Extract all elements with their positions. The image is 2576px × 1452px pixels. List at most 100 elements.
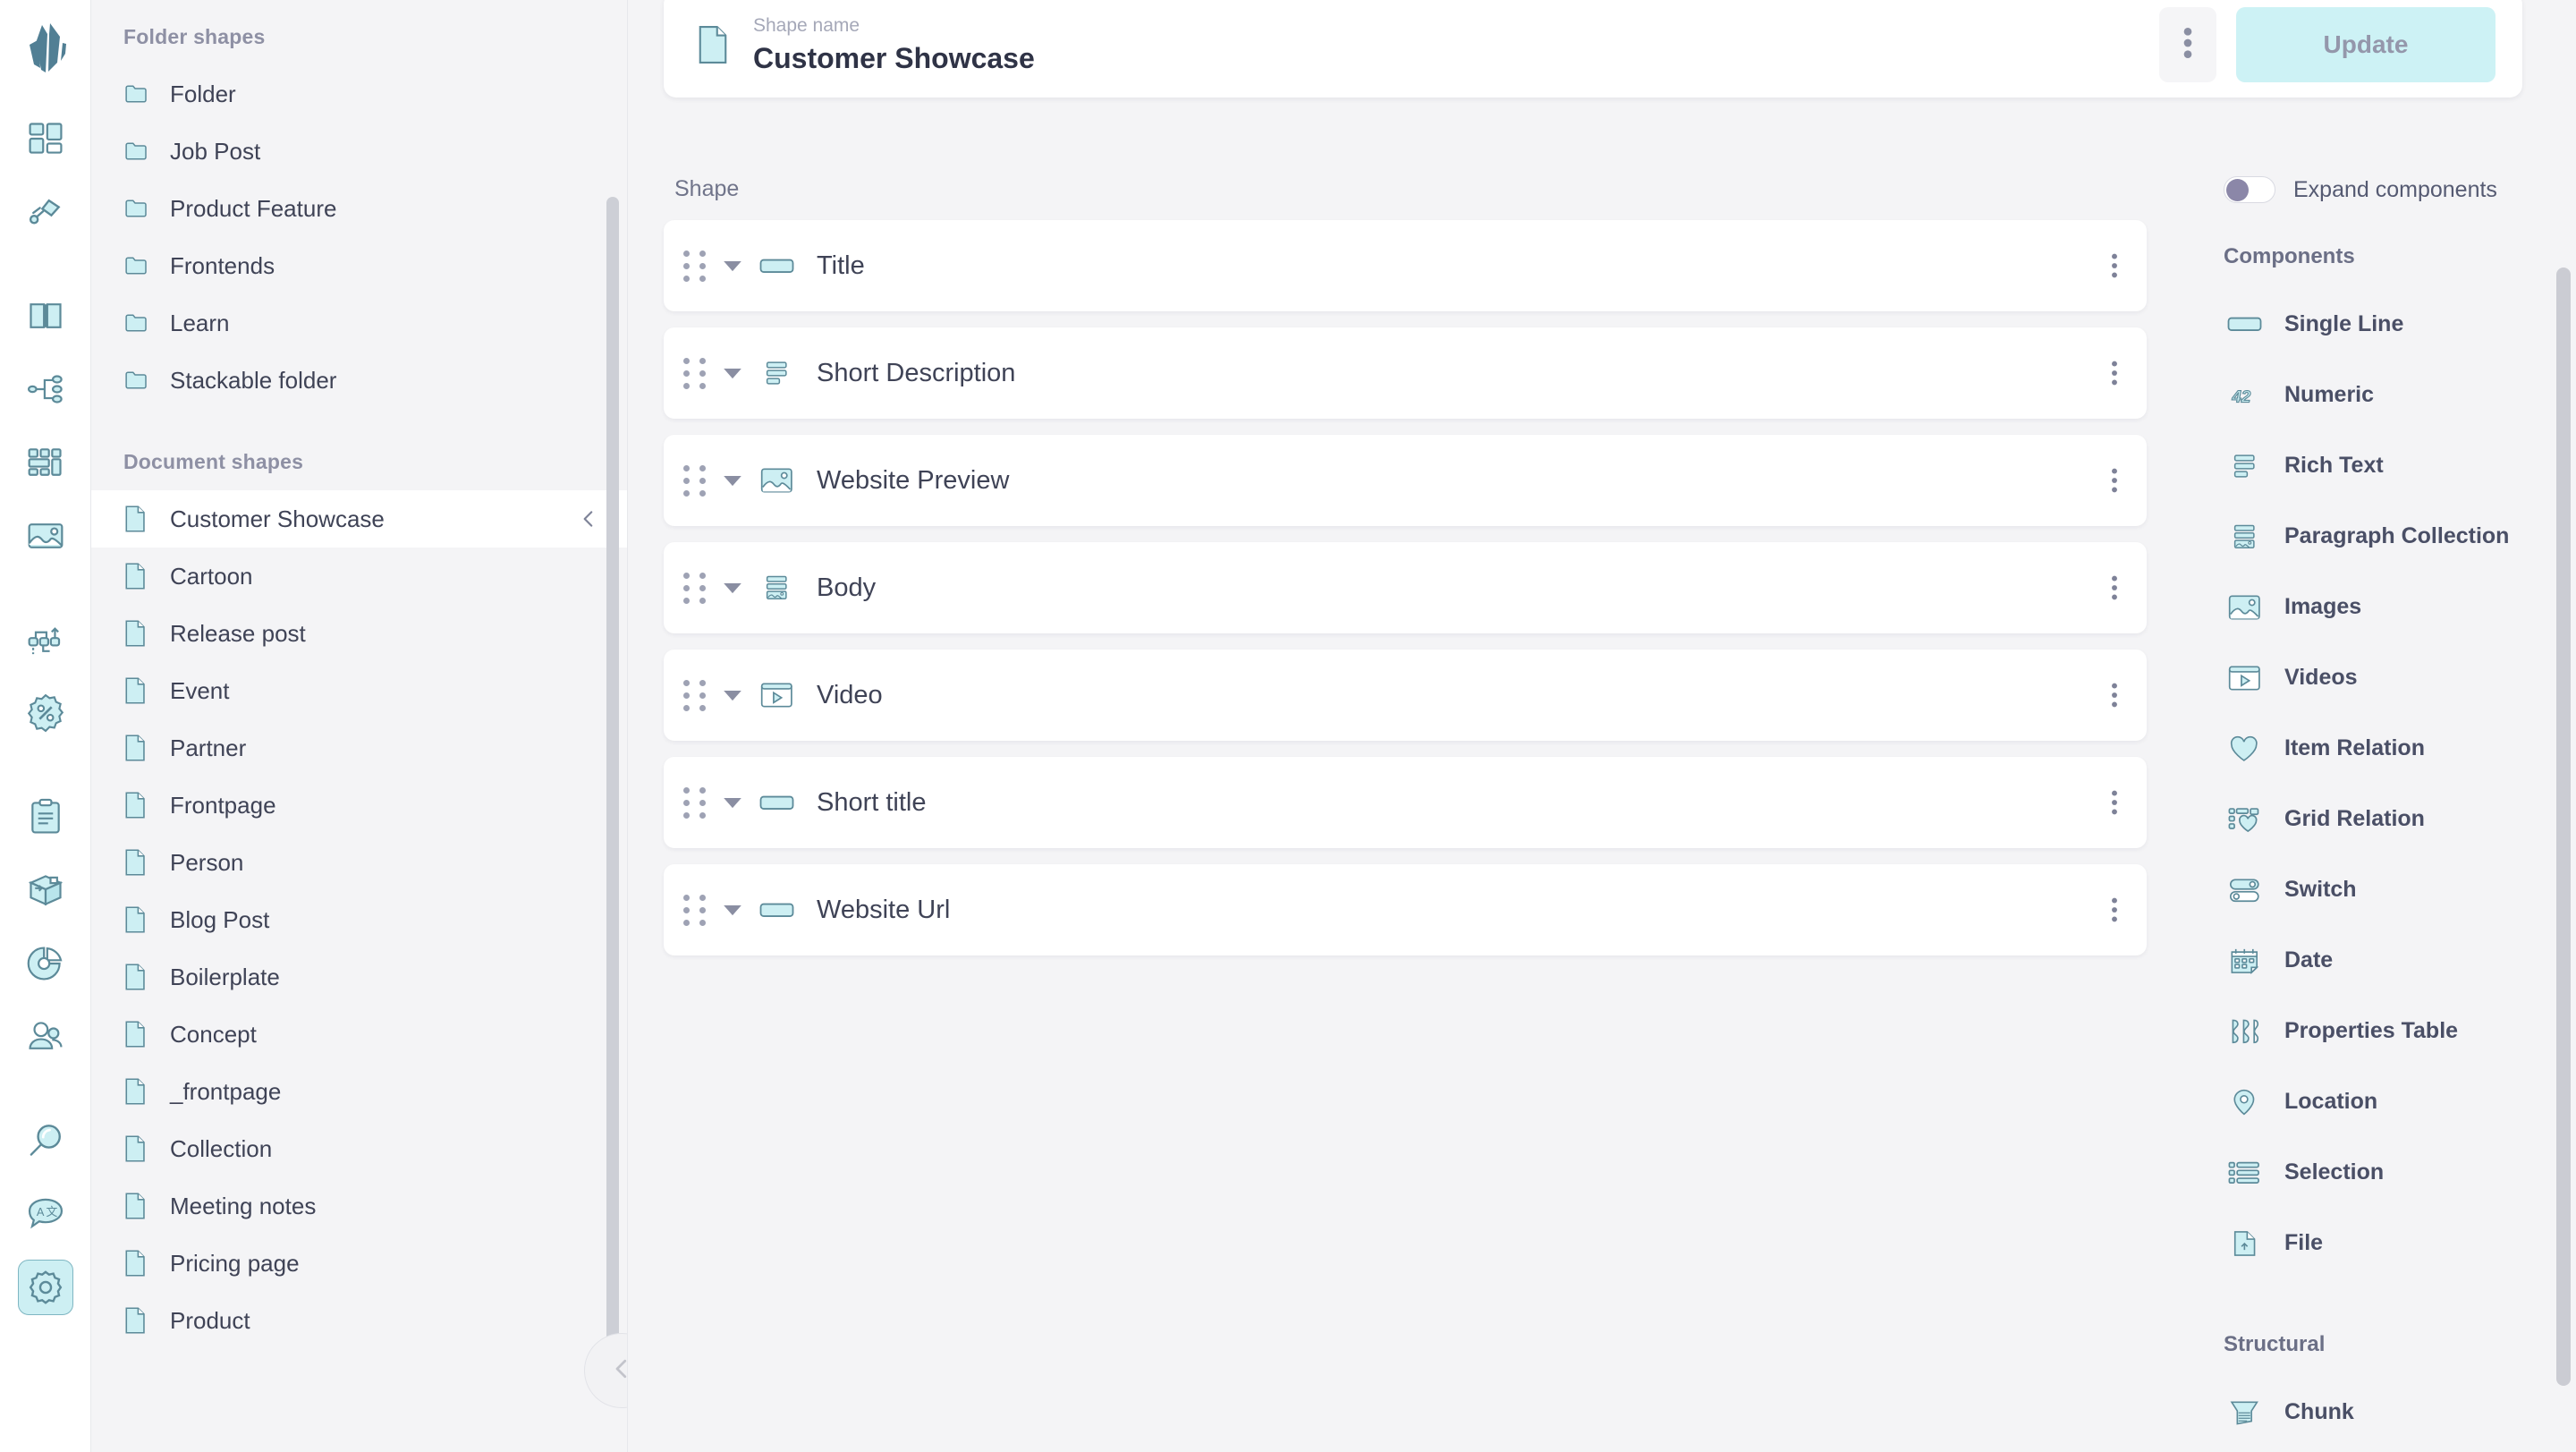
sidebar-item-languages[interactable]: A 文 (18, 1186, 73, 1242)
document-shape-item[interactable]: Customer Showcase (91, 490, 627, 548)
shape-row[interactable]: Short Description (664, 327, 2147, 419)
row-options-button[interactable] (2111, 895, 2118, 925)
folder-icon (123, 367, 159, 394)
document-shape-item[interactable]: Frontpage (91, 777, 627, 834)
shape-row[interactable]: Short title (664, 757, 2147, 848)
component-item[interactable]: Videos (2200, 642, 2576, 713)
row-options-button[interactable] (2111, 250, 2118, 281)
component-item[interactable]: Grid Relation (2200, 784, 2576, 854)
document-shape-label: Cartoon (170, 562, 253, 590)
component-label: Properties Table (2284, 1018, 2459, 1043)
sidebar-item-analytics[interactable] (18, 936, 73, 991)
document-shapes-heading: Document shapes (123, 450, 304, 473)
sidebar-item-media[interactable] (18, 508, 73, 564)
chevron-down-icon[interactable] (724, 689, 741, 701)
document-shape-label: Meeting notes (170, 1192, 317, 1219)
document-shape-item[interactable]: Partner (91, 719, 627, 777)
sidebar-item-dashboard[interactable] (18, 111, 73, 166)
folder-shape-item[interactable]: Stackable folder (91, 352, 627, 409)
document-icon (696, 24, 730, 65)
document-shape-item[interactable]: Concept (91, 1006, 627, 1063)
folder-shape-item[interactable]: Learn (91, 294, 627, 352)
expand-components-toggle[interactable] (2224, 176, 2275, 203)
sidebar-item-shipping[interactable] (18, 862, 73, 918)
document-shape-item[interactable]: Person (91, 834, 627, 891)
document-shape-item[interactable]: Event (91, 662, 627, 719)
document-shape-item[interactable]: Blog Post (91, 891, 627, 948)
document-shape-item[interactable]: Boilerplate (91, 948, 627, 1006)
document-shape-item[interactable]: _frontpage (91, 1063, 627, 1120)
shape-row[interactable]: Title (664, 220, 2147, 311)
structural-item[interactable]: Choice (2200, 1448, 2576, 1452)
component-item[interactable]: 42 Numeric (2200, 360, 2576, 430)
sidebar-item-search[interactable] (18, 1113, 73, 1168)
chevron-down-icon[interactable] (724, 367, 741, 379)
drag-handle-icon[interactable] (683, 464, 708, 497)
component-item[interactable]: Rich Text (2200, 430, 2576, 501)
drag-handle-icon[interactable] (683, 357, 708, 389)
sidebar-scrollbar[interactable] (606, 197, 619, 1396)
structural-item[interactable]: Chunk (2200, 1377, 2576, 1448)
drag-handle-icon[interactable] (683, 894, 708, 926)
drag-handle-icon[interactable] (683, 786, 708, 819)
row-options-button[interactable] (2111, 573, 2118, 603)
drag-handle-icon[interactable] (683, 679, 708, 711)
sidebar-item-integrations[interactable] (18, 184, 73, 240)
components-panel-scrollbar[interactable] (2556, 267, 2571, 1386)
row-options-button[interactable] (2111, 358, 2118, 388)
row-options-button[interactable] (2111, 787, 2118, 818)
document-shape-label: Product (170, 1306, 250, 1334)
component-item[interactable]: Paragraph Collection (2200, 501, 2576, 572)
folder-shape-item[interactable]: Folder (91, 65, 627, 123)
shape-row[interactable]: Website Preview (664, 435, 2147, 526)
sidebar-item-workflow[interactable] (18, 612, 73, 667)
sidebar-item-customers[interactable] (18, 1009, 73, 1065)
document-icon (123, 1134, 159, 1163)
component-item[interactable]: Switch (2200, 854, 2576, 925)
shapes-sidebar: Folder shapes Folder Job Post Product Feat… (91, 0, 628, 1452)
component-item[interactable]: Images (2200, 572, 2576, 642)
row-options-button[interactable] (2111, 465, 2118, 496)
document-shape-item[interactable]: Product (91, 1292, 627, 1349)
drag-handle-icon[interactable] (683, 250, 708, 282)
shape-row[interactable]: Website Url (664, 864, 2147, 955)
sidebar-item-orders[interactable] (18, 789, 73, 845)
update-button[interactable]: Update (2236, 7, 2496, 82)
document-shape-item[interactable]: Collection (91, 1120, 627, 1177)
crystallize-logo[interactable] (12, 16, 80, 84)
shape-row[interactable]: Body (664, 542, 2147, 633)
document-shape-item[interactable]: Release post (91, 605, 627, 662)
shape-options-button[interactable] (2159, 7, 2216, 82)
component-item[interactable]: Selection (2200, 1137, 2576, 1208)
chevron-down-icon[interactable] (724, 796, 741, 809)
sidebar-item-discounts[interactable] (18, 685, 73, 741)
shape-rows-list: Title Short Description Website Preview Bod… (664, 220, 2200, 955)
component-item[interactable]: Single Line (2200, 289, 2576, 360)
folder-shape-item[interactable]: Product Feature (91, 180, 627, 237)
folder-shape-item[interactable]: Job Post (91, 123, 627, 180)
chevron-down-icon[interactable] (724, 904, 741, 916)
drag-handle-icon[interactable] (683, 572, 708, 604)
document-shape-item[interactable]: Meeting notes (91, 1177, 627, 1235)
component-item[interactable]: Properties Table (2200, 996, 2576, 1066)
document-shape-item[interactable]: Pricing page (91, 1235, 627, 1292)
component-item[interactable]: Date (2200, 925, 2576, 996)
shape-row[interactable]: Video (664, 650, 2147, 741)
chevron-down-icon[interactable] (724, 474, 741, 487)
row-options-button[interactable] (2111, 680, 2118, 710)
document-shape-item[interactable]: Cartoon (91, 548, 627, 605)
single-line-icon (2224, 316, 2265, 333)
component-item[interactable]: File (2200, 1208, 2576, 1278)
sidebar-item-catalogue[interactable] (18, 288, 73, 344)
component-item[interactable]: Item Relation (2200, 713, 2576, 784)
component-item[interactable]: Location (2200, 1066, 2576, 1137)
components-list: Single Line 42 Numeric Rich Text Paragraph C… (2200, 289, 2576, 1278)
sidebar-item-settings[interactable] (17, 1260, 73, 1315)
paragraph-collection-icon (2224, 523, 2265, 550)
folder-shape-item[interactable]: Frontends (91, 237, 627, 294)
chevron-down-icon[interactable] (724, 259, 741, 272)
sidebar-item-topics[interactable] (18, 361, 73, 417)
chevron-down-icon[interactable] (724, 582, 741, 594)
sidebar-item-grids[interactable] (18, 435, 73, 490)
chevron-left-icon[interactable] (577, 507, 600, 531)
